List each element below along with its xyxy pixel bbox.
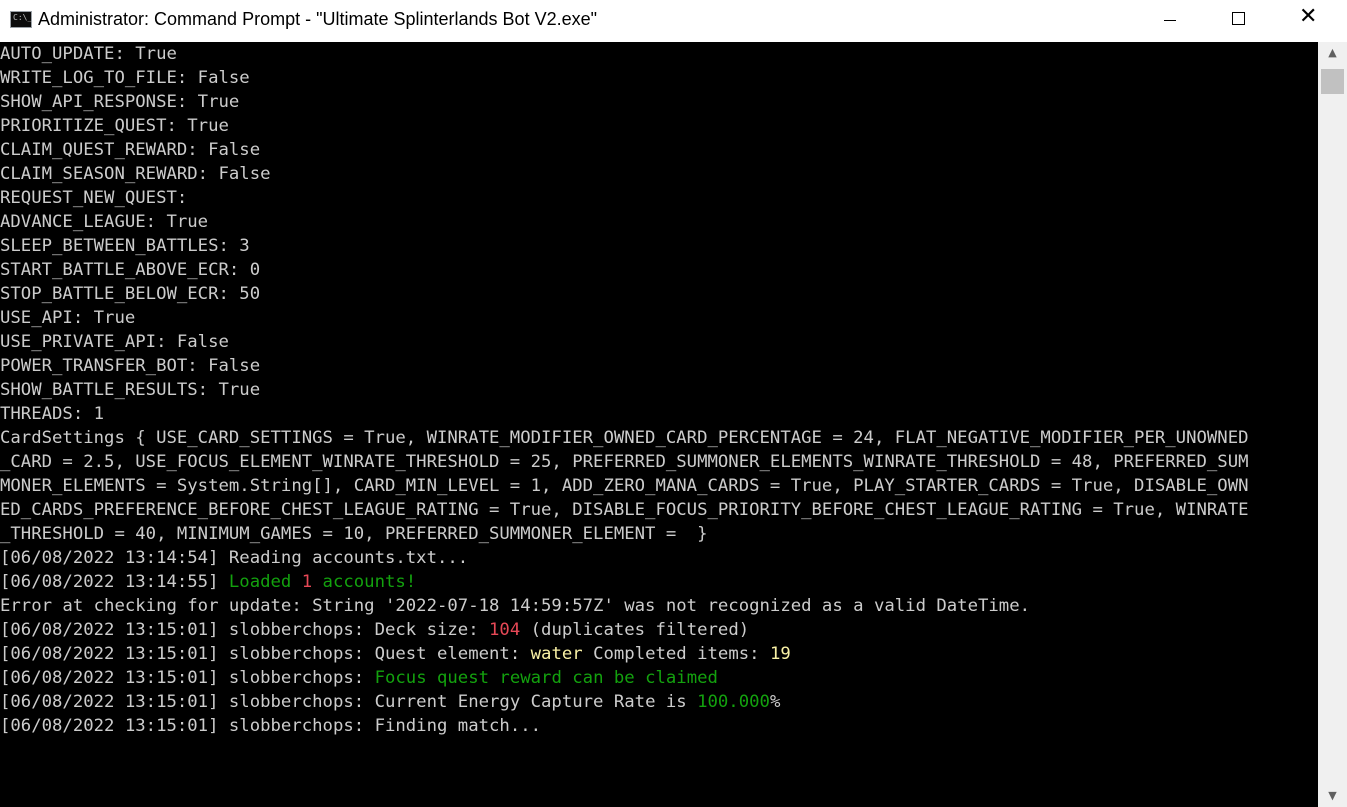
log-text: slobberchops: Deck size: <box>218 620 490 640</box>
log-text: Reading accounts.txt... <box>218 548 469 568</box>
console-line: START_BATTLE_ABOVE_ECR: 0 <box>0 260 261 280</box>
console-line: REQUEST_NEW_QUEST: <box>0 188 188 208</box>
console-line: POWER_TRANSFER_BOT: False <box>0 356 261 376</box>
log-line-finding: [06/08/2022 13:15:01] slobberchops: Find… <box>0 714 541 738</box>
minimize-icon <box>1164 20 1176 21</box>
log-text: slobberchops: <box>218 668 375 688</box>
console-line: THREADS: 1 <box>0 404 105 424</box>
card-settings-line: CardSettings { USE_CARD_SETTINGS = True,… <box>0 428 1249 448</box>
log-text: slobberchops: Finding match... <box>218 716 542 736</box>
card-settings-line: _CARD = 2.5, USE_FOCUS_ELEMENT_WINRATE_T… <box>0 452 1249 472</box>
completed-items: 19 <box>769 644 791 664</box>
log-timestamp: [06/08/2022 13:14:55] <box>0 572 219 592</box>
vertical-scrollbar[interactable]: ▲ ▼ <box>1318 42 1347 807</box>
log-text: % <box>769 692 781 712</box>
log-line-reading: [06/08/2022 13:14:54] Reading accounts.t… <box>0 546 468 570</box>
console-line: CLAIM_SEASON_REWARD: False <box>0 164 271 184</box>
log-text: slobberchops: Current Energy Capture Rat… <box>218 692 698 712</box>
log-line-quest: [06/08/2022 13:15:01] slobberchops: Ques… <box>0 642 791 666</box>
title-bar[interactable]: C:\_ Administrator: Command Prompt - "Ul… <box>0 0 1347 42</box>
log-text: slobberchops: Quest element: <box>218 644 531 664</box>
console-line: ADVANCE_LEAGUE: True <box>0 212 209 232</box>
log-loaded-post: accounts! <box>312 572 417 592</box>
log-line-error: Error at checking for update: String '20… <box>0 596 1031 616</box>
log-timestamp: [06/08/2022 13:14:54] <box>0 548 219 568</box>
maximize-icon <box>1232 12 1245 25</box>
log-text: Completed items: <box>582 644 770 664</box>
scroll-thumb[interactable] <box>1321 69 1344 94</box>
console-line: PRIORITIZE_QUEST: True <box>0 116 229 136</box>
log-line-focus: [06/08/2022 13:15:01] slobberchops: Focu… <box>0 666 718 690</box>
card-settings-line: MONER_ELEMENTS = System.String[], CARD_M… <box>0 476 1249 496</box>
scroll-down-icon[interactable]: ▼ <box>1318 785 1347 807</box>
log-line-deck: [06/08/2022 13:15:01] slobberchops: Deck… <box>0 618 749 642</box>
close-icon: ✕ <box>1299 4 1318 29</box>
log-line-ecr: [06/08/2022 13:15:01] slobberchops: Curr… <box>0 690 780 714</box>
log-timestamp: [06/08/2022 13:15:01] <box>0 620 219 640</box>
close-button[interactable]: ✕ <box>1274 0 1344 40</box>
console-line: AUTO_UPDATE: True <box>0 44 177 64</box>
scroll-up-icon[interactable]: ▲ <box>1318 42 1347 64</box>
console-line: USE_API: True <box>0 308 136 328</box>
console-line: WRITE_LOG_TO_FILE: False <box>0 68 250 88</box>
console-line: SHOW_BATTLE_RESULTS: True <box>0 380 261 400</box>
console-line: USE_PRIVATE_API: False <box>0 332 229 352</box>
focus-message: Focus quest reward can be claimed <box>374 668 718 688</box>
quest-element: water <box>530 644 583 664</box>
card-settings-line: ED_CARDS_PREFERENCE_BEFORE_CHEST_LEAGUE_… <box>0 500 1249 520</box>
log-timestamp: [06/08/2022 13:15:01] <box>0 668 219 688</box>
cmd-icon[interactable]: C:\_ <box>10 11 32 28</box>
console-line: SHOW_API_RESPONSE: True <box>0 92 240 112</box>
console-line: SLEEP_BETWEEN_BATTLES: 3 <box>0 236 250 256</box>
cmd-icon-label: C:\_ <box>13 13 33 22</box>
minimize-button[interactable] <box>1134 0 1204 40</box>
console-line: CLAIM_QUEST_REWARD: False <box>0 140 261 160</box>
account-count: 1 <box>301 572 313 592</box>
console-output[interactable]: AUTO_UPDATE: True WRITE_LOG_TO_FILE: Fal… <box>0 42 1318 807</box>
ecr-value: 100.000 <box>697 692 770 712</box>
log-timestamp: [06/08/2022 13:15:01] <box>0 644 219 664</box>
log-text: (duplicates filtered) <box>520 620 750 640</box>
console-line: STOP_BATTLE_BELOW_ECR: 50 <box>0 284 261 304</box>
log-timestamp: [06/08/2022 13:15:01] <box>0 692 219 712</box>
deck-size: 104 <box>489 620 521 640</box>
log-line-loaded: [06/08/2022 13:14:55] Loaded 1 accounts! <box>0 570 416 594</box>
maximize-button[interactable] <box>1204 0 1274 40</box>
card-settings-line: _THRESHOLD = 40, MINIMUM_GAMES = 10, PRE… <box>0 524 708 544</box>
log-timestamp: [06/08/2022 13:15:01] <box>0 716 219 736</box>
log-loaded-pre: Loaded <box>218 572 302 592</box>
window-title: Administrator: Command Prompt - "Ultimat… <box>38 9 597 29</box>
